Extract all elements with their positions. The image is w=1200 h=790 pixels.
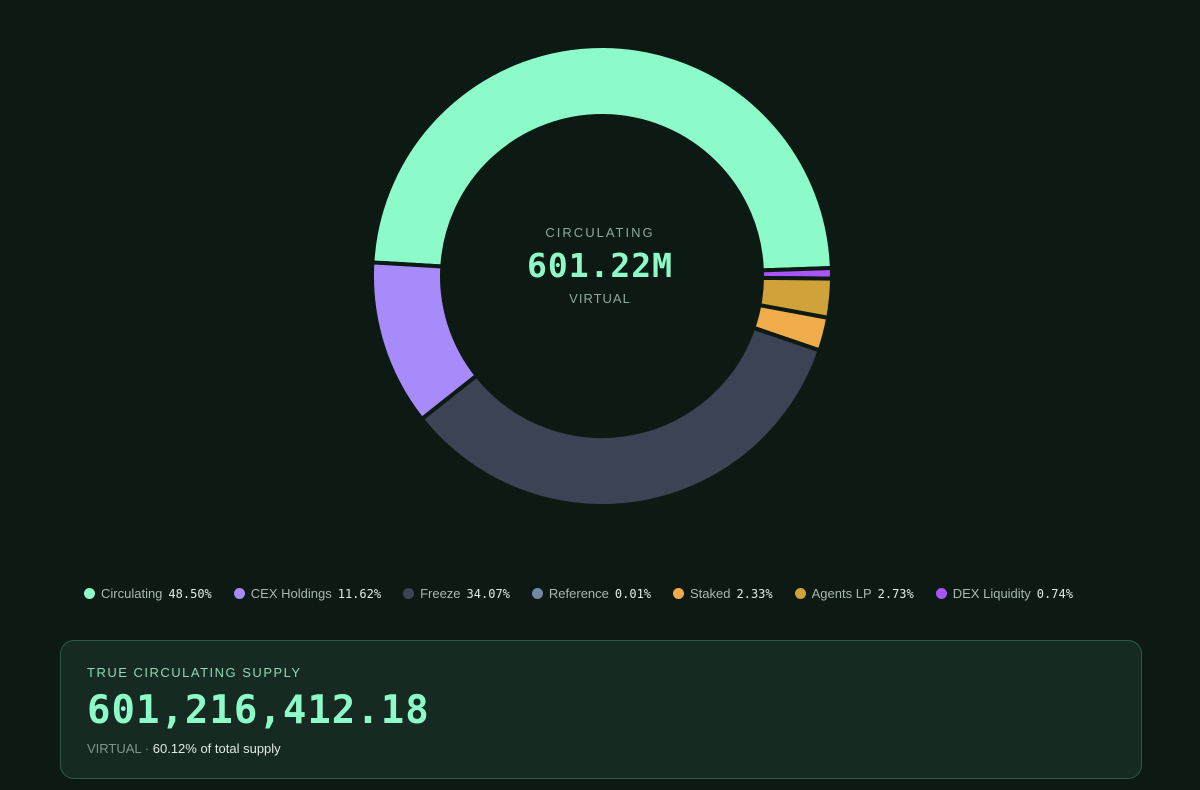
legend-item-reference[interactable]: Reference 0.01% (531, 586, 652, 601)
legend-dot (935, 588, 947, 599)
legend-dot (673, 588, 685, 599)
legend-pct: 2.33% (736, 586, 773, 601)
donut-slice-freeze[interactable] (419, 325, 822, 508)
legend-item-dex-liquidity[interactable]: DEX Liquidity 0.74% (935, 586, 1073, 601)
center-value: 601.22M (526, 246, 674, 285)
supply-pct: 60.12% of total supply (152, 741, 281, 756)
legend-item-freeze[interactable]: Freeze 34.07% (403, 586, 510, 601)
legend-name: Freeze (420, 586, 461, 601)
supply-title: TRUE CIRCULATING SUPPLY (87, 665, 302, 680)
supply-unit: VIRTUAL (87, 741, 142, 756)
center-caption: CIRCULATING (545, 225, 655, 240)
center-unit: VIRTUAL (569, 291, 631, 306)
legend-name: Circulating (101, 586, 163, 601)
legend-name: DEX Liquidity (952, 586, 1031, 601)
legend-pct: 0.74% (1036, 586, 1073, 601)
legend-dot (84, 588, 95, 599)
legend-pct: 48.50% (168, 586, 212, 601)
legend-name: Agents LP (811, 586, 872, 601)
legend-dot (233, 588, 245, 599)
chart-legend: Circulating 48.50% CEX Holdings 11.62% Freez… (84, 586, 1164, 601)
legend-name: Reference (548, 586, 609, 601)
legend-dot (531, 588, 543, 599)
donut-chart: CIRCULATING 601.22M VIRTUAL (0, 0, 1200, 560)
legend-pct: 2.73% (877, 586, 914, 601)
legend-pct: 0.01% (614, 586, 652, 601)
legend-pct: 34.07% (466, 586, 510, 601)
donut-center-label: CIRCULATING 601.22M VIRTUAL (450, 225, 750, 306)
supply-separator: · (141, 741, 153, 756)
legend-item-circulating[interactable]: Circulating 48.50% (84, 586, 212, 601)
legend-item-staked[interactable]: Staked 2.33% (673, 586, 773, 601)
supply-subtext: VIRTUAL · 60.12% of total supply (87, 741, 1115, 756)
legend-item-agents-lp[interactable]: Agents LP 2.73% (794, 586, 914, 601)
legend-item-cex-holdings[interactable]: CEX Holdings 11.62% (233, 586, 382, 601)
legend-pct: 11.62% (337, 586, 382, 601)
legend-dot (403, 588, 415, 599)
legend-dot (794, 588, 806, 599)
legend-name: CEX Holdings (250, 586, 332, 601)
true-supply-card: TRUE CIRCULATING SUPPLY 601,216,412.18 V… (60, 640, 1142, 779)
legend-name: Staked (690, 586, 731, 601)
supply-value: 601,216,412.18 (87, 688, 430, 733)
